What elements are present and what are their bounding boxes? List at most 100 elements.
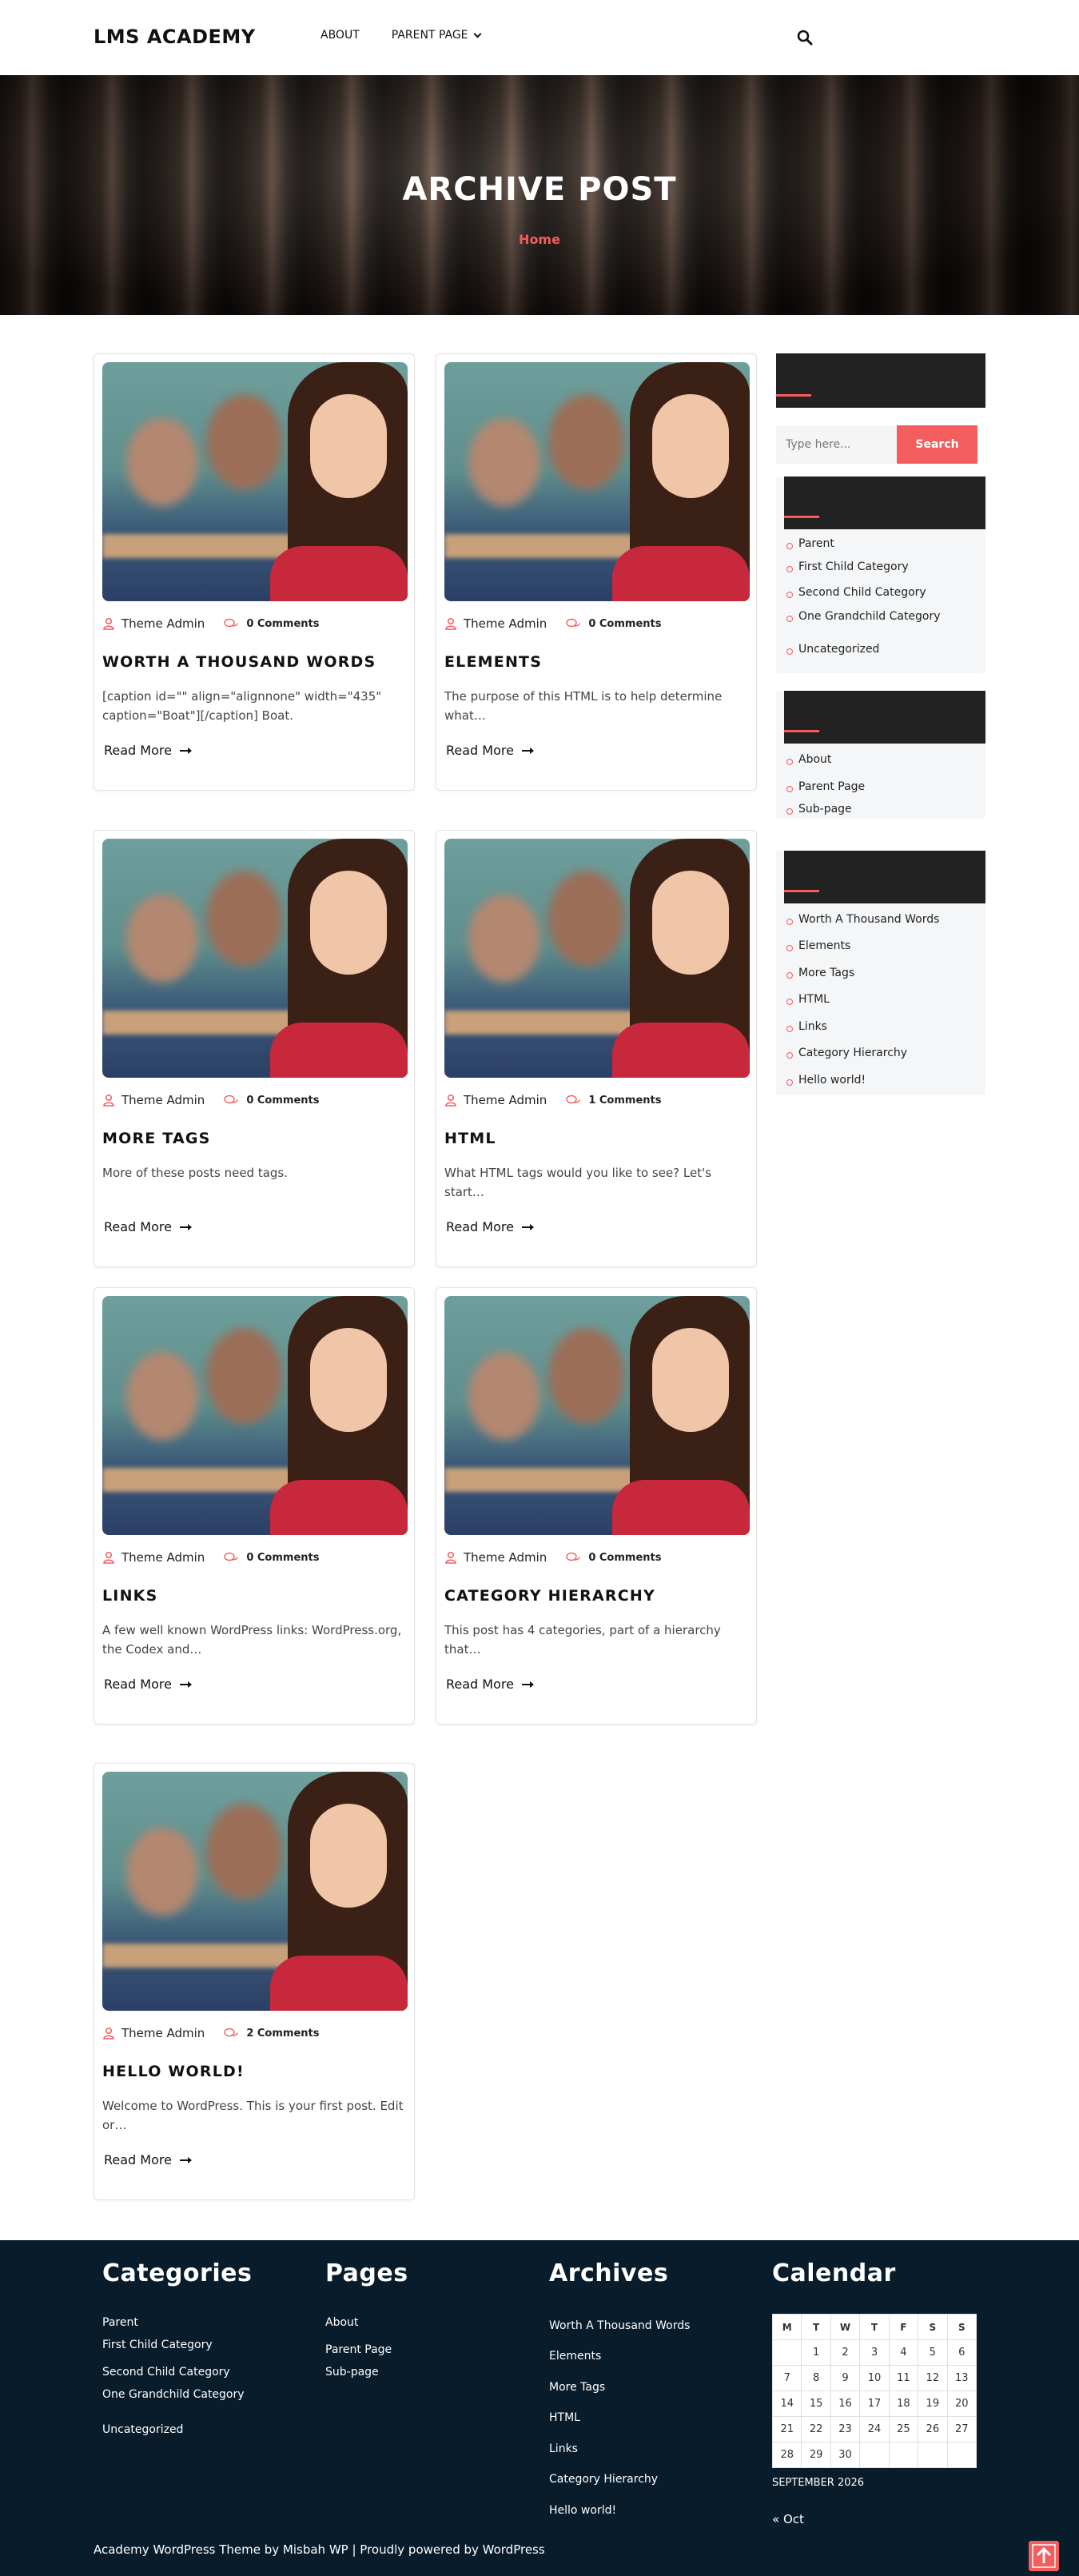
post-author[interactable]: Theme Admin <box>121 1550 205 1565</box>
calendar-day: 4 <box>888 2339 919 2366</box>
read-more-link[interactable]: Read More <box>446 1219 534 1234</box>
archive-link[interactable]: HTML <box>786 993 830 1006</box>
post-author[interactable]: Theme Admin <box>464 1093 547 1107</box>
post-comments[interactable]: 1 Comments <box>588 1095 661 1107</box>
breadcrumb-home[interactable]: Home <box>0 232 1079 247</box>
archive-link[interactable]: Hello world! <box>786 1074 866 1087</box>
post-title[interactable]: LINKS <box>102 1587 158 1605</box>
post-title[interactable]: MORE TAGS <box>102 1130 211 1147</box>
pages-widget: PAGES About Parent Page Sub-page <box>776 691 985 819</box>
category-link[interactable]: Parent <box>786 537 834 550</box>
calendar-day: 13 <box>946 2365 977 2391</box>
widget-heading: ARCHIVES <box>784 851 985 903</box>
post-comments[interactable]: 2 Comments <box>246 2028 319 2040</box>
read-more-link[interactable]: Read More <box>104 2152 192 2167</box>
page-link[interactable]: Parent Page <box>786 780 865 793</box>
category-link[interactable]: First Child Category <box>786 560 909 573</box>
calendar-prev-link[interactable]: « Oct <box>772 2512 804 2526</box>
user-icon <box>103 1551 114 1564</box>
post-comments[interactable]: 0 Comments <box>246 1095 319 1107</box>
comments-icon <box>224 2028 239 2037</box>
archive-link[interactable]: More Tags <box>786 967 854 979</box>
thumb-shape <box>270 1023 408 1078</box>
calendar-week: 14 15 16 17 18 19 20 <box>771 2391 977 2417</box>
post-title[interactable]: HTML <box>444 1130 496 1147</box>
calendar-week: 123456 <box>771 2339 977 2366</box>
post-title[interactable]: CATEGORY HIERARCHY <box>444 1587 655 1605</box>
post-card: Theme Admin 1 Comments HTML What HTML tags … <box>436 830 757 1267</box>
category-link[interactable]: One Grandchild Category <box>786 610 941 623</box>
footer-archive-link[interactable]: More Tags <box>549 2381 605 2394</box>
post-title[interactable]: HELLO WORLD! <box>102 2063 245 2080</box>
archive-link[interactable]: Links <box>786 1020 827 1033</box>
search-input[interactable] <box>776 425 897 464</box>
category-link[interactable]: Second Child Category <box>786 586 926 599</box>
search-button[interactable]: Search <box>897 425 977 464</box>
user-icon <box>103 2027 114 2040</box>
post-comments[interactable]: 0 Comments <box>246 1552 319 1564</box>
heading-underline <box>784 516 819 518</box>
comments-icon <box>566 1095 581 1104</box>
calendar-day: 11 <box>888 2365 919 2391</box>
footer-category-link[interactable]: First Child Category <box>102 2339 213 2351</box>
footer-category-link[interactable]: One Grandchild Category <box>102 2388 245 2401</box>
post-thumbnail[interactable] <box>444 362 750 601</box>
search-widget-heading: SEARCH HERE <box>776 353 985 408</box>
calendar-day: 19 <box>918 2391 948 2417</box>
post-comments[interactable]: 0 Comments <box>588 618 661 630</box>
archive-link[interactable]: Elements <box>786 939 850 952</box>
footer-page-link[interactable]: Sub-page <box>325 2366 379 2379</box>
post-author[interactable]: Theme Admin <box>464 616 547 631</box>
site-logo[interactable]: LMS ACADEMY <box>94 26 256 48</box>
read-more-link[interactable]: Read More <box>446 743 534 758</box>
footer-page-link[interactable]: About <box>325 2316 358 2329</box>
post-author[interactable]: Theme Admin <box>121 2026 205 2040</box>
calendar-day: 15 <box>801 2391 831 2417</box>
post-title[interactable]: ELEMENTS <box>444 653 542 671</box>
footer-archive-link[interactable]: Links <box>549 2442 578 2455</box>
post-thumbnail[interactable] <box>444 839 750 1078</box>
read-more-link[interactable]: Read More <box>104 743 192 758</box>
archive-link[interactable]: Category Hierarchy <box>786 1047 907 1059</box>
page-link[interactable]: Sub-page <box>786 803 852 815</box>
read-more-link[interactable]: Read More <box>446 1677 534 1692</box>
page-link[interactable]: About <box>786 753 831 766</box>
post-author[interactable]: Theme Admin <box>464 1550 547 1565</box>
footer-page-link[interactable]: Parent Page <box>325 2343 392 2356</box>
post-thumbnail[interactable] <box>444 1296 750 1535</box>
read-more-link[interactable]: Read More <box>104 1219 192 1234</box>
search-icon[interactable] <box>796 29 814 46</box>
footer-archive-link[interactable]: Elements <box>549 2350 601 2363</box>
footer-category-link[interactable]: Second Child Category <box>102 2366 230 2379</box>
category-link[interactable]: Uncategorized <box>786 643 879 656</box>
post-thumbnail[interactable] <box>102 1296 408 1535</box>
calendar-day: 12 <box>918 2365 948 2391</box>
footer-archive-link[interactable]: Hello world! <box>549 2504 616 2517</box>
site-footer: Categories Parent First Child Category S… <box>0 2240 1079 2576</box>
footer-category-link[interactable]: Uncategorized <box>102 2423 183 2436</box>
post-meta: Theme Admin 0 Comments <box>102 1550 319 1565</box>
thumb-shape <box>548 871 624 967</box>
nav-item-parent-page[interactable]: PARENT PAGE <box>392 29 481 42</box>
footer-archive-link[interactable]: Category Hierarchy <box>549 2473 658 2486</box>
comments-icon <box>566 1552 581 1561</box>
footer-archive-link[interactable]: HTML <box>549 2411 580 2424</box>
archive-link[interactable]: Worth A Thousand Words <box>786 913 939 926</box>
post-thumbnail[interactable] <box>102 839 408 1078</box>
back-to-top-button[interactable] <box>1029 2541 1059 2571</box>
post-title[interactable]: WORTH A THOUSAND WORDS <box>102 653 376 671</box>
thumb-shape <box>270 546 408 601</box>
post-author[interactable]: Theme Admin <box>121 1093 205 1107</box>
footer-category-link[interactable]: Parent <box>102 2316 138 2329</box>
read-more-label: Read More <box>104 1677 172 1692</box>
post-author[interactable]: Theme Admin <box>121 616 205 631</box>
post-comments[interactable]: 0 Comments <box>588 1552 661 1564</box>
nav-item-about[interactable]: ABOUT <box>321 29 360 42</box>
post-thumbnail[interactable] <box>102 362 408 601</box>
post-thumbnail[interactable] <box>102 1772 408 2011</box>
post-comments[interactable]: 0 Comments <box>246 618 319 630</box>
user-icon <box>103 1094 114 1107</box>
read-more-link[interactable]: Read More <box>104 1677 192 1692</box>
footer-archive-link[interactable]: Worth A Thousand Words <box>549 2319 690 2332</box>
thumb-shape <box>126 1828 198 1916</box>
